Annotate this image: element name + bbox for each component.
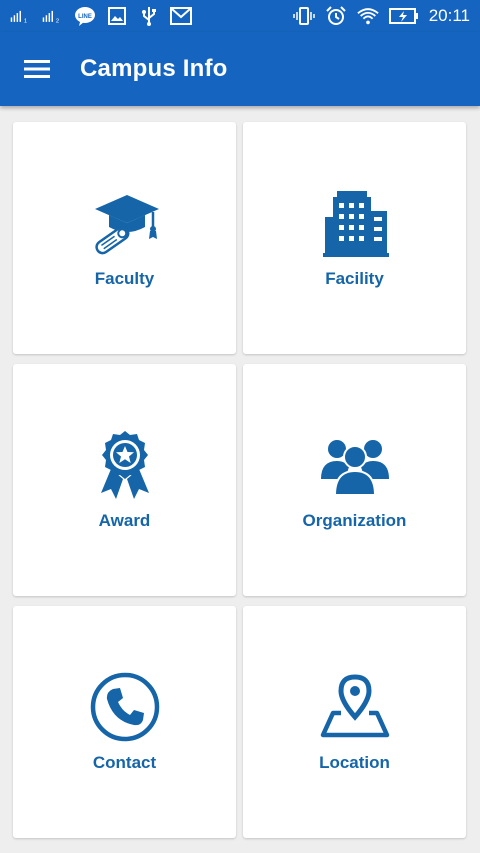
menu-button[interactable] bbox=[15, 47, 59, 91]
tile-label: Facility bbox=[325, 269, 384, 288]
tile-award[interactable]: Award bbox=[13, 364, 236, 596]
svg-text:2: 2 bbox=[56, 19, 59, 25]
graduation-cap-icon bbox=[89, 187, 161, 259]
tile-facility[interactable]: Facility bbox=[243, 122, 466, 354]
tile-location[interactable]: Location bbox=[243, 606, 466, 838]
status-time: 20:11 bbox=[428, 6, 470, 25]
image-icon bbox=[106, 6, 128, 26]
people-group-icon bbox=[319, 429, 391, 501]
tile-contact[interactable]: Contact bbox=[13, 606, 236, 838]
tile-label: Location bbox=[319, 753, 390, 772]
status-bar: 1 2 LINE 20:11 bbox=[0, 0, 480, 32]
tile-label: Organization bbox=[302, 511, 407, 530]
svg-text:1: 1 bbox=[24, 19, 27, 25]
battery-charging-icon bbox=[388, 6, 419, 26]
map-pin-icon bbox=[319, 671, 391, 743]
page-title: Campus Info bbox=[80, 55, 228, 82]
tile-organization[interactable]: Organization bbox=[243, 364, 466, 596]
line-app-icon: LINE bbox=[74, 6, 96, 26]
tile-faculty[interactable]: Faculty bbox=[13, 122, 236, 354]
signal-sim2-icon: 2 bbox=[42, 6, 64, 26]
signal-sim1-icon: 1 bbox=[10, 6, 32, 26]
app-bar: Campus Info bbox=[0, 32, 480, 106]
phone-icon bbox=[89, 671, 161, 743]
award-ribbon-icon bbox=[89, 429, 161, 501]
alarm-icon bbox=[325, 6, 347, 26]
gmail-icon bbox=[170, 6, 192, 26]
tile-label: Faculty bbox=[94, 269, 155, 288]
wifi-icon bbox=[357, 6, 379, 26]
vibrate-icon bbox=[292, 6, 315, 26]
hamburger-menu-icon bbox=[24, 60, 50, 78]
usb-icon bbox=[138, 6, 160, 26]
building-icon bbox=[319, 187, 391, 259]
svg-text:LINE: LINE bbox=[78, 14, 92, 20]
tiles-grid: Faculty Facility Award Organization Cont… bbox=[13, 122, 467, 838]
tile-label: Contact bbox=[92, 753, 157, 772]
tile-label: Award bbox=[98, 511, 151, 530]
